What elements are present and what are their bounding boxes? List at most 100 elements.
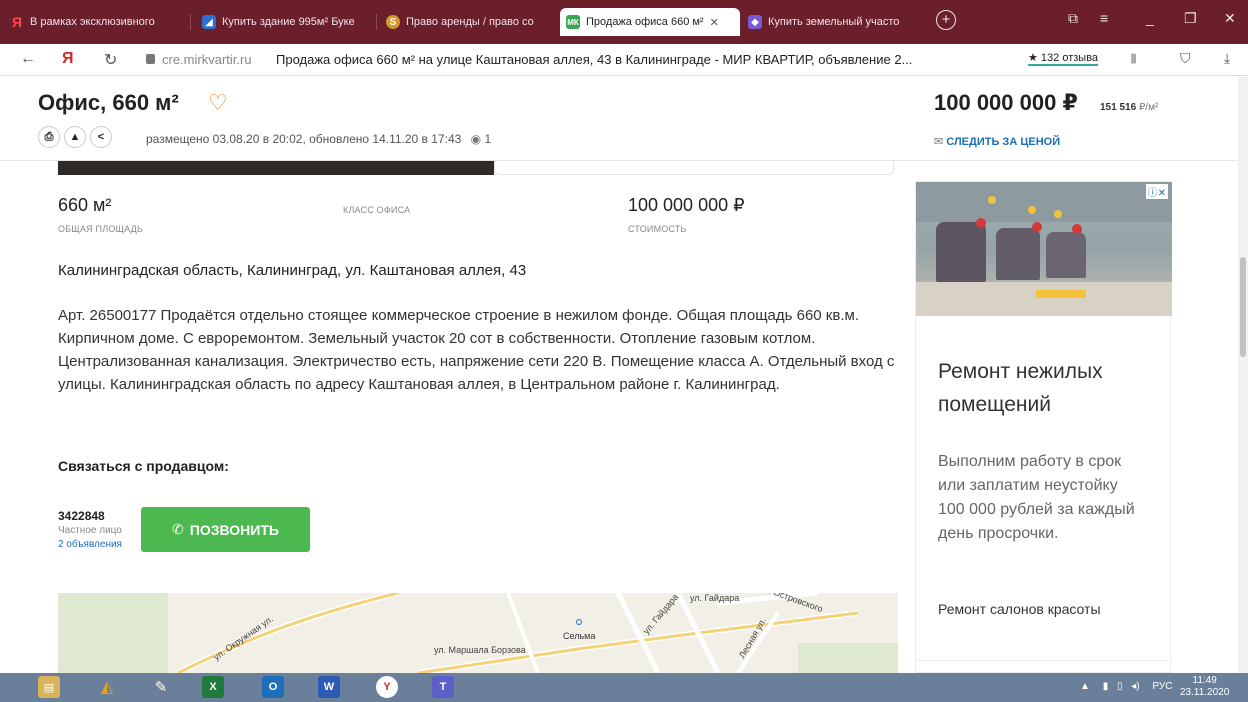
- lock-icon: [146, 54, 155, 64]
- views-count: 1: [484, 132, 492, 146]
- excel-icon[interactable]: X: [202, 676, 224, 698]
- call-button-label: ПОЗВОНИТЬ: [189, 521, 279, 538]
- sp-icon: S: [386, 15, 400, 29]
- restore-icon[interactable]: ❐: [1184, 10, 1197, 27]
- contact-heading: Связаться с продавцом:: [58, 458, 229, 474]
- advertisement[interactable]: ⓘ✕ Ремонт нежилых помещений Выполним раб…: [915, 181, 1172, 673]
- tab-separator: [190, 14, 191, 30]
- stat-area-value: 660 м²: [58, 195, 112, 215]
- close-tab-icon[interactable]: ✕: [710, 16, 719, 29]
- photo-gallery[interactable]: [58, 161, 494, 175]
- gallery-frame: [494, 161, 894, 175]
- page-content: Офис, 660 м² ♡ ⎙ ▲ < размещено 03.08.20 …: [0, 77, 1248, 673]
- ad-info-close-icon[interactable]: ⓘ✕: [1145, 184, 1168, 199]
- price: 100 000 000 ₽: [934, 90, 1078, 115]
- call-button[interactable]: ✆ ПОЗВОНИТЬ: [141, 507, 310, 552]
- menu-icon[interactable]: ≡: [1100, 10, 1108, 26]
- network-icon[interactable]: ▮: [1103, 681, 1109, 692]
- url-page-title[interactable]: Продажа офиса 660 м² на улице Каштановая…: [276, 52, 912, 67]
- share-icon: <: [97, 131, 105, 143]
- ad-divider: [916, 660, 1172, 661]
- map-roads: [58, 593, 898, 673]
- posted-info: размещено 03.08.20 в 20:02, обновлено 14…: [146, 132, 491, 146]
- tab-separator: [376, 14, 377, 30]
- clock-date: 23.11.2020: [1180, 687, 1230, 698]
- map-station-icon: [576, 619, 582, 625]
- share-button[interactable]: <: [90, 126, 112, 148]
- clock-time: 11:49: [1192, 675, 1217, 686]
- teams-icon[interactable]: T: [432, 676, 454, 698]
- scrollbar[interactable]: [1238, 77, 1248, 673]
- address-bar: ← Я ↻ cre.mirkvartir.ru Продажа офиса 66…: [0, 44, 1248, 76]
- app-triangle-icon[interactable]: ◭: [96, 676, 118, 698]
- report-button[interactable]: ▲: [64, 126, 86, 148]
- address: Калининградская область, Калининград, ул…: [58, 262, 527, 279]
- volume-icon[interactable]: ◂): [1131, 681, 1139, 692]
- tab-2[interactable]: ◢ Купить здание 995м² Буке: [196, 9, 372, 35]
- print-button[interactable]: ⎙: [38, 126, 60, 148]
- mail-icon: ✉: [934, 136, 944, 148]
- paint-icon[interactable]: ✎: [150, 676, 172, 698]
- windows-taskbar: ▤ ◭ ✎ X O W Y T ▲ ▮ ▯ ◂) РУС 11:49 23.11…: [0, 673, 1248, 702]
- tab-label: В рамках эксклюзивного: [30, 16, 155, 28]
- map-label: Сельма: [563, 631, 596, 641]
- tabs-icon[interactable]: ⧉: [1068, 10, 1078, 27]
- follow-price-label: СЛЕДИТЬ ЗА ЦЕНОЙ: [946, 136, 1061, 148]
- mk-icon: МК: [566, 15, 580, 29]
- page-title: Офис, 660 м²: [38, 90, 179, 115]
- seller-ads-link[interactable]: 2 объявления: [58, 539, 122, 550]
- seller-type: Частное лицо: [58, 525, 122, 536]
- yandex-browser-icon[interactable]: Y: [376, 676, 398, 698]
- tab-label: Купить здание 995м² Буке: [222, 16, 355, 28]
- tab-label: Купить земельный участо: [768, 16, 900, 28]
- map-label: ул. Гайдара: [690, 593, 740, 603]
- ad-image[interactable]: ⓘ✕: [916, 182, 1172, 316]
- download-icon[interactable]: ⤓: [1224, 50, 1230, 67]
- reload-icon[interactable]: ↻: [104, 50, 117, 70]
- yandex-logo-icon[interactable]: Я: [62, 50, 74, 68]
- eye-icon: ◉: [470, 132, 482, 146]
- ad-footer[interactable]: Ремонт салонов красоты: [938, 601, 1101, 617]
- map-label: ул. Маршала Борзова: [434, 645, 526, 655]
- avito-icon: ◢: [202, 15, 216, 29]
- tab-5[interactable]: ◆ Купить земельный участо: [742, 9, 918, 35]
- reviews-badge[interactable]: ★ 132 отзыва: [1028, 51, 1099, 66]
- price-per-m2-unit: ₽/м²: [1138, 102, 1159, 113]
- posted-dates: размещено 03.08.20 в 20:02, обновлено 14…: [146, 132, 462, 146]
- tab-active[interactable]: МК Продажа офиса 660 м² ✕: [560, 8, 740, 36]
- battery-icon[interactable]: ▯: [1117, 681, 1123, 692]
- ad-text[interactable]: Выполним работу в срок или заплатим неус…: [938, 450, 1138, 546]
- print-icon: ⎙: [44, 130, 54, 143]
- scrollbar-thumb[interactable]: [1240, 257, 1246, 357]
- warning-icon: ▲: [69, 131, 81, 143]
- stat-price-label: стоимость: [628, 224, 687, 234]
- tab-3[interactable]: S Право аренды / право со: [380, 9, 556, 35]
- minimize-icon[interactable]: _: [1146, 10, 1154, 26]
- stat-class-label: класс офиса: [343, 205, 411, 215]
- tab-1[interactable]: Я В рамках эксклюзивного: [4, 9, 184, 35]
- back-icon[interactable]: ←: [20, 50, 36, 68]
- bookmark-icon[interactable]: ▮: [1130, 50, 1137, 66]
- yandex-icon: Я: [11, 14, 23, 30]
- close-window-icon[interactable]: ✕: [1224, 10, 1236, 27]
- file-explorer-icon[interactable]: ▤: [38, 676, 60, 698]
- outlook-icon[interactable]: O: [262, 676, 284, 698]
- stat-area-label: общая площадь: [58, 224, 144, 234]
- new-tab-button[interactable]: +: [936, 10, 956, 30]
- language-indicator[interactable]: РУС: [1152, 681, 1172, 692]
- cian-icon: ◆: [748, 15, 762, 29]
- protect-icon[interactable]: ⛉: [1180, 50, 1191, 67]
- stat-price-value: 100 000 000 ₽: [628, 195, 745, 215]
- ad-title[interactable]: Ремонт нежилых помещений: [938, 355, 1163, 421]
- word-icon[interactable]: W: [318, 676, 340, 698]
- url-domain[interactable]: cre.mirkvartir.ru: [162, 52, 252, 67]
- description: Арт. 26500177 Продаётся отдельно стоящее…: [58, 307, 895, 393]
- tray-chevron-icon[interactable]: ▲: [1080, 681, 1090, 692]
- location-map[interactable]: ул. Окружная ул. ул. Маршала Борзова Сел…: [58, 593, 898, 673]
- clock[interactable]: 11:49 23.11.2020: [1180, 675, 1229, 699]
- phone-icon: ✆: [172, 521, 184, 537]
- follow-price-link[interactable]: ✉ СЛЕДИТЬ ЗА ЦЕНОЙ: [934, 135, 1060, 148]
- browser-tab-bar: Я В рамках эксклюзивного ◢ Купить здание…: [0, 0, 1248, 44]
- favorite-heart-icon[interactable]: ♡: [208, 90, 228, 116]
- price-per-m2: 151 516 ₽/м²: [1100, 102, 1158, 113]
